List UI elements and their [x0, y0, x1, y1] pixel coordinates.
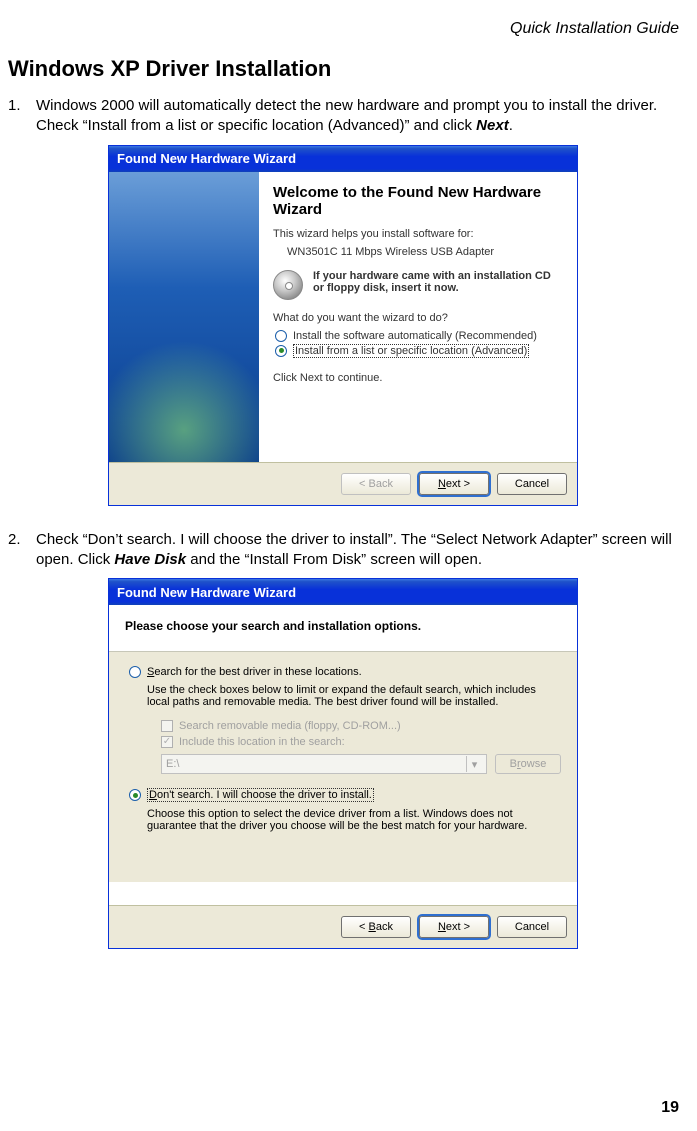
button-label: < Back	[359, 478, 393, 490]
checkbox-label: Search removable media (floppy, CD-ROM..…	[179, 720, 401, 732]
wizard-heading: Please choose your search and installati…	[109, 605, 577, 652]
wizard-continue-text: Click Next to continue.	[273, 372, 563, 384]
option-dont-search[interactable]: Don't search. I will choose the driver t…	[129, 788, 561, 802]
page-number: 19	[661, 1099, 679, 1117]
button-label: Next >	[438, 921, 470, 933]
step-text-after: .	[509, 117, 513, 134]
wizard-question: What do you want the wizard to do?	[273, 312, 563, 324]
wizard-intro: This wizard helps you install software f…	[273, 228, 563, 240]
titlebar-text: Found New Hardware Wizard	[117, 585, 296, 600]
cancel-button[interactable]: Cancel	[497, 473, 567, 495]
option-advanced[interactable]: Install from a list or specific location…	[275, 344, 563, 358]
option-label: Search for the best driver in these loca…	[147, 666, 362, 678]
cancel-button[interactable]: Cancel	[497, 916, 567, 938]
step-2: 2. Check “Don’t search. I will choose th…	[8, 530, 679, 571]
path-combobox: E:\ ▾	[161, 754, 487, 774]
path-value: E:\	[166, 758, 179, 770]
button-row: < Back Next > Cancel	[109, 462, 577, 505]
step-1: 1. Windows 2000 will automatically detec…	[8, 96, 679, 137]
option-auto[interactable]: Install the software automatically (Reco…	[275, 330, 563, 342]
next-button[interactable]: Next >	[419, 916, 489, 938]
path-row: E:\ ▾ Browse	[161, 754, 561, 774]
search-suboptions: Search removable media (floppy, CD-ROM..…	[161, 720, 561, 774]
chevron-down-icon: ▾	[466, 756, 482, 772]
browse-button: Browse	[495, 754, 561, 774]
step-body: Check “Don’t search. I will choose the d…	[36, 530, 679, 571]
wizard-2-figure: Found New Hardware Wizard Please choose …	[108, 578, 679, 949]
device-name: WN3501C 11 Mbps Wireless USB Adapter	[287, 246, 563, 258]
button-row: < Back Next > Cancel	[109, 905, 577, 948]
wizard-content: Search for the best driver in these loca…	[109, 652, 577, 882]
step-body: Windows 2000 will automatically detect t…	[36, 96, 679, 137]
next-button[interactable]: Next >	[419, 473, 489, 495]
radio-icon	[129, 789, 141, 801]
wizard-1-figure: Found New Hardware Wizard Welcome to the…	[108, 145, 679, 506]
titlebar[interactable]: Found New Hardware Wizard	[109, 579, 577, 605]
wizard-banner-image	[109, 172, 259, 462]
checkbox-icon	[161, 720, 173, 732]
back-button: < Back	[341, 473, 411, 495]
button-label: Browse	[510, 758, 547, 770]
radio-icon	[275, 330, 287, 342]
wizard-content: Welcome to the Found New Hardware Wizard…	[259, 172, 577, 462]
option-label: Install the software automatically (Reco…	[293, 330, 537, 342]
button-label: < Back	[359, 921, 393, 933]
wizard-heading: Welcome to the Found New Hardware Wizard	[273, 184, 563, 218]
radio-icon	[275, 345, 287, 357]
step-emph: Have Disk	[114, 551, 186, 568]
wizard-body: Welcome to the Found New Hardware Wizard…	[109, 172, 577, 462]
cd-icon	[273, 270, 303, 300]
option-label: Don't search. I will choose the driver t…	[147, 788, 374, 802]
section-title: Windows XP Driver Installation	[8, 56, 679, 82]
found-new-hardware-wizard-1: Found New Hardware Wizard Welcome to the…	[108, 145, 578, 506]
button-label: Cancel	[515, 478, 549, 490]
found-new-hardware-wizard-2: Found New Hardware Wizard Please choose …	[108, 578, 578, 949]
step-number: 2.	[8, 530, 36, 571]
radio-icon	[129, 666, 141, 678]
step-emph: Next	[476, 117, 509, 134]
checkbox-icon	[161, 736, 173, 748]
cd-text: If your hardware came with an installati…	[313, 270, 563, 300]
button-label: Next >	[438, 478, 470, 490]
running-header: Quick Installation Guide	[8, 20, 679, 38]
checkbox-label: Include this location in the search:	[179, 736, 345, 748]
step-text: Windows 2000 will automatically detect t…	[36, 97, 657, 134]
page: Quick Installation Guide Windows XP Driv…	[0, 0, 697, 1131]
option-label: Install from a list or specific location…	[293, 344, 529, 358]
search-removable-checkbox: Search removable media (floppy, CD-ROM..…	[161, 720, 561, 732]
step-text-after: and the “Install From Disk” screen will …	[186, 551, 482, 568]
cd-hint: If your hardware came with an installati…	[273, 270, 563, 300]
titlebar-text: Found New Hardware Wizard	[117, 151, 296, 166]
option-search[interactable]: Search for the best driver in these loca…	[129, 666, 561, 678]
option-dont-search-desc: Choose this option to select the device …	[147, 808, 561, 832]
titlebar[interactable]: Found New Hardware Wizard	[109, 146, 577, 172]
step-number: 1.	[8, 96, 36, 137]
option-search-desc: Use the check boxes below to limit or ex…	[147, 684, 561, 708]
wizard-body: Please choose your search and installati…	[109, 605, 577, 905]
button-label: Cancel	[515, 921, 549, 933]
back-button[interactable]: < Back	[341, 916, 411, 938]
include-location-checkbox: Include this location in the search:	[161, 736, 561, 748]
